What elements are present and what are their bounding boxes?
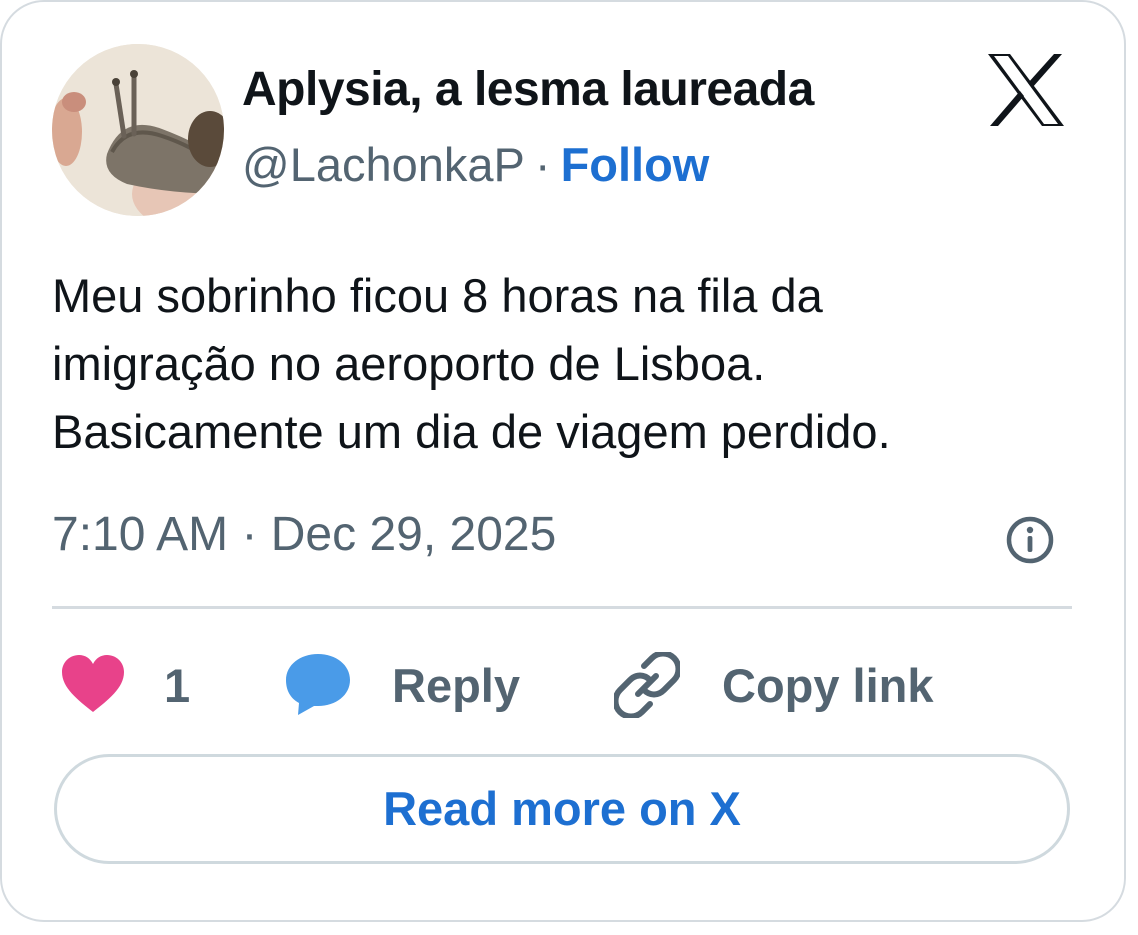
author-handle[interactable]: @LachonkaP bbox=[242, 138, 525, 191]
read-more-button[interactable]: Read more on X bbox=[54, 754, 1070, 864]
tweet-text-line: Meu sobrinho ficou 8 horas na fila da bbox=[52, 269, 823, 322]
divider bbox=[52, 606, 1072, 609]
reply-bubble-icon bbox=[286, 654, 350, 715]
reply-button[interactable]: Reply bbox=[284, 650, 544, 720]
author-display-name[interactable]: Aplysia, a lesma laureada bbox=[242, 62, 814, 117]
link-icon bbox=[614, 652, 680, 718]
info-icon[interactable] bbox=[1004, 514, 1056, 566]
tweet-text-line: imigração no aeroporto de Lisboa. bbox=[52, 337, 766, 390]
heart-icon bbox=[62, 655, 124, 712]
copy-link-button[interactable]: Copy link bbox=[614, 650, 964, 720]
like-button[interactable]: 1 bbox=[60, 650, 200, 720]
tweet-timestamp[interactable]: 7:10 AM · Dec 29, 2025 bbox=[52, 507, 556, 562]
tweet-embed-card: Aplysia, a lesma laureada @LachonkaP · Fol… bbox=[0, 0, 1126, 922]
reply-label: Reply bbox=[392, 659, 520, 712]
follow-button[interactable]: Follow bbox=[561, 138, 710, 191]
author-handle-row: @LachonkaP · Follow bbox=[242, 137, 709, 192]
x-logo-icon[interactable] bbox=[986, 52, 1066, 128]
copy-link-label: Copy link bbox=[722, 659, 934, 712]
tweet-text: Meu sobrinho ficou 8 horas na fila da im… bbox=[52, 262, 1092, 466]
avatar[interactable] bbox=[52, 44, 224, 216]
separator-dot: · bbox=[534, 138, 551, 191]
tweet-text-line: Basicamente um dia de viagem perdido. bbox=[52, 405, 891, 458]
like-count: 1 bbox=[164, 659, 191, 712]
snail-avatar-icon bbox=[52, 44, 224, 216]
